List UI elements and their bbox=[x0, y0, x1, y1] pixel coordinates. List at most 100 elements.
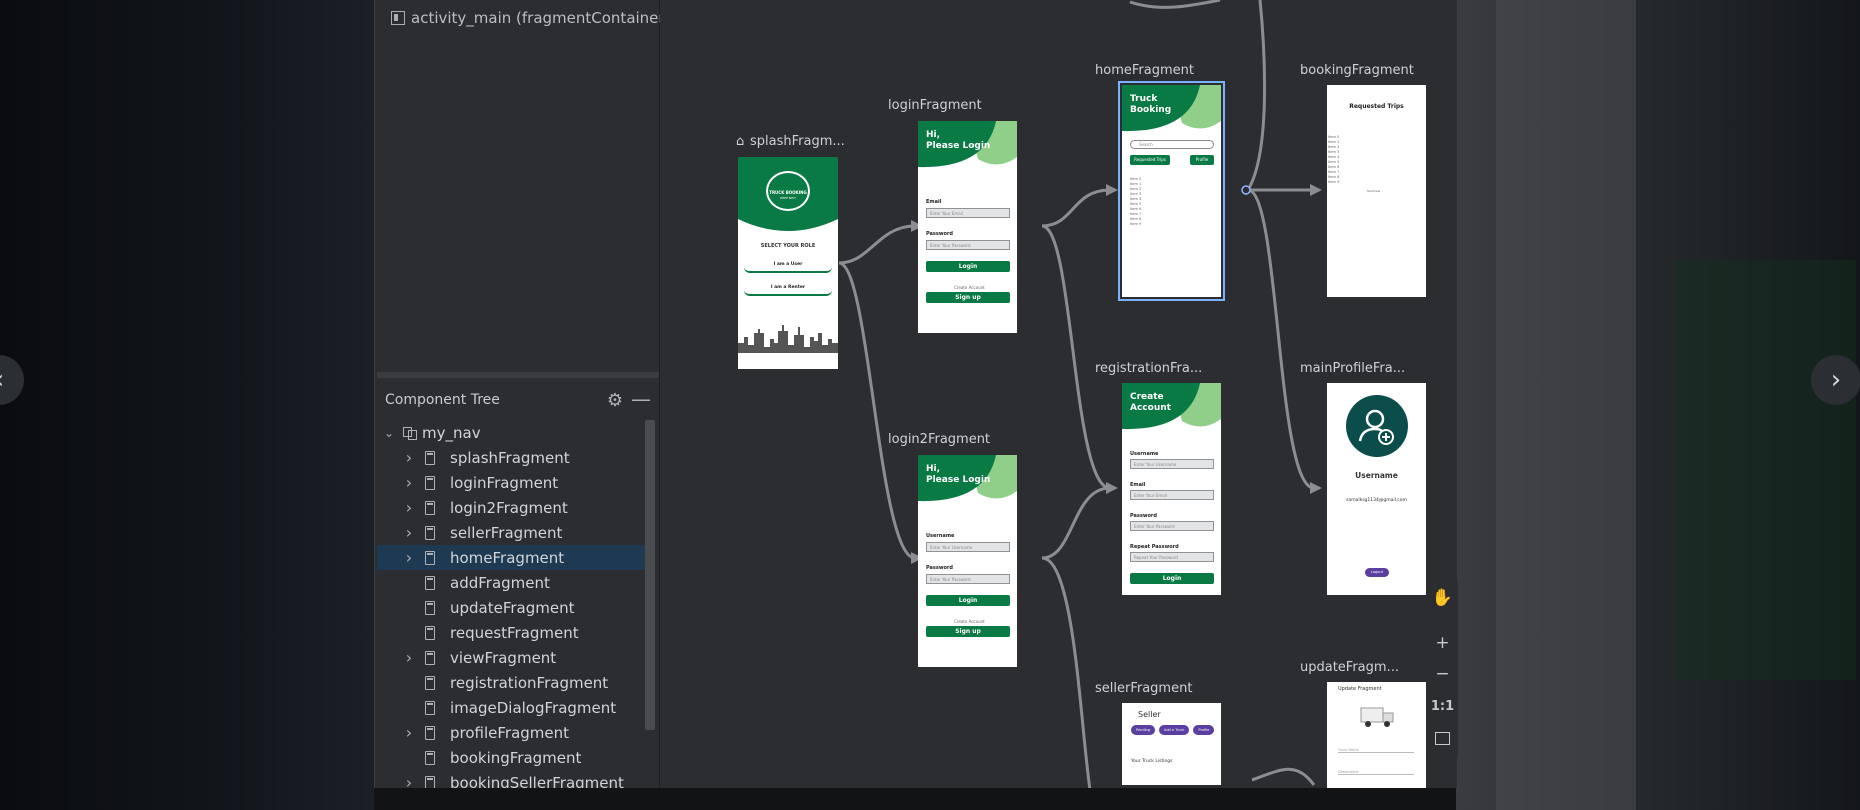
tree-item[interactable]: requestFragment bbox=[377, 620, 647, 645]
tree-item[interactable]: › loginFragment bbox=[377, 470, 647, 495]
zoom-out-icon[interactable]: − bbox=[1427, 661, 1458, 687]
splash-fragment-preview[interactable]: TRUCK BOOKING DEEP BHIT SELECT YOUR ROLE… bbox=[738, 157, 838, 369]
tree-item-label: updateFragment bbox=[450, 598, 575, 617]
login-fragment-preview[interactable]: Hi, Please Login Email Enter Your Email … bbox=[918, 121, 1017, 333]
tree-item[interactable]: › homeFragment bbox=[377, 545, 647, 570]
login-button[interactable]: Login bbox=[1130, 573, 1214, 584]
pan-hand-icon[interactable]: ✋ bbox=[1427, 585, 1458, 611]
signup-button[interactable]: Sign up bbox=[926, 292, 1010, 303]
layout-title[interactable]: activity_main (fragmentContainerView bbox=[391, 8, 700, 28]
actual-size-button[interactable]: 1:1 bbox=[1427, 693, 1458, 719]
tree-item[interactable]: › bookingSellerFragment bbox=[377, 770, 647, 788]
tree-item[interactable]: addFragment bbox=[377, 570, 647, 595]
seller-listings-label: Your Truck Listings bbox=[1131, 759, 1173, 764]
booking-list: Item 0 Item 1 Item 2 Item 3 Item 4 Item 5 Item… bbox=[1328, 135, 1339, 185]
seller-chip[interactable]: Pending bbox=[1131, 725, 1155, 735]
home-fragment-preview[interactable]: Truck Booking Search Requested Trips Pro… bbox=[1118, 81, 1225, 301]
password-field[interactable]: Enter Your Password bbox=[926, 240, 1010, 250]
gear-icon[interactable]: ⚙ bbox=[607, 390, 623, 411]
chevron-right-icon[interactable]: › bbox=[403, 723, 415, 742]
registration-fragment-label[interactable]: registrationFra... bbox=[1095, 361, 1202, 376]
password-field[interactable]: Enter Your Password bbox=[1130, 521, 1214, 531]
seller-chip[interactable]: Add a Truck bbox=[1159, 725, 1190, 735]
fragment-icon bbox=[425, 551, 435, 565]
email-field[interactable]: Enter Your Email bbox=[1130, 490, 1214, 500]
registration-heading: Create Account bbox=[1130, 392, 1171, 413]
login2-heading: Hi, Please Login bbox=[926, 464, 991, 485]
booking-fragment-preview[interactable]: Requested Trips Item 0 Item 1 Item 2 Item 3… bbox=[1327, 85, 1426, 297]
seller-chip[interactable]: Profile bbox=[1193, 725, 1215, 735]
tree-item[interactable]: imageDialogFragment bbox=[377, 695, 647, 720]
profile-button[interactable]: Profile bbox=[1190, 155, 1214, 165]
fragment-icon bbox=[425, 776, 435, 788]
username-field[interactable]: Enter Your Username bbox=[926, 542, 1010, 552]
seller-heading: Seller bbox=[1138, 710, 1161, 719]
truck-name-field[interactable]: Truck Name bbox=[1338, 748, 1414, 753]
tree-item[interactable]: › profileFragment bbox=[377, 720, 647, 745]
android-studio-window: activity_main (fragmentContainerView Com… bbox=[374, 0, 1458, 788]
zoom-in-icon[interactable]: + bbox=[1427, 630, 1458, 656]
password-label: Password bbox=[926, 231, 953, 237]
fragment-icon bbox=[425, 751, 435, 765]
tree-item-label: profileFragment bbox=[450, 723, 570, 742]
login-fragment-label[interactable]: loginFragment bbox=[888, 98, 982, 113]
tree-item[interactable]: updateFragment bbox=[377, 595, 647, 620]
login-button[interactable]: Login bbox=[926, 595, 1010, 606]
logout-button[interactable]: Logout bbox=[1365, 568, 1389, 577]
tree-item-label: bookingSellerFragment bbox=[450, 773, 624, 789]
booking-fragment-label[interactable]: bookingFragment bbox=[1300, 63, 1414, 78]
splash-fragment-label[interactable]: splashFragm... bbox=[750, 134, 845, 149]
tree-root[interactable]: ⌄ my_nav bbox=[377, 420, 647, 445]
chevron-right-icon[interactable]: › bbox=[403, 448, 415, 467]
requested-trips-button[interactable]: Requested Trips bbox=[1130, 155, 1170, 165]
password-field[interactable]: Enter Your Password bbox=[926, 574, 1010, 584]
left-panel: activity_main (fragmentContainerView Com… bbox=[375, 0, 700, 788]
main-profile-fragment-label[interactable]: mainProfileFra... bbox=[1300, 361, 1405, 376]
username-field[interactable]: Enter Your Username bbox=[1130, 459, 1214, 469]
user-role-button[interactable]: I am a User bbox=[744, 259, 832, 273]
profile-email: samalksg1134@gmail.com bbox=[1346, 498, 1407, 503]
update-fragment-preview[interactable]: Update Fragment Truck Name Dimensions bbox=[1327, 682, 1426, 788]
login2-fragment-label[interactable]: login2Fragment bbox=[888, 432, 990, 447]
renter-role-button[interactable]: I am a Renter bbox=[744, 282, 832, 296]
panel-splitter[interactable] bbox=[377, 372, 659, 378]
minimize-icon[interactable]: — bbox=[631, 387, 651, 411]
background-bottom bbox=[374, 788, 1456, 810]
email-field[interactable]: Enter Your Email bbox=[926, 208, 1010, 218]
login-button[interactable]: Login bbox=[926, 261, 1010, 272]
zoom-toolbar: ✋ + − 1:1 bbox=[1427, 580, 1458, 758]
seller-fragment-preview[interactable]: Seller Pending Add a Truck Profile Your Tr… bbox=[1122, 703, 1221, 785]
chevron-right-icon[interactable]: › bbox=[403, 523, 415, 542]
tree-scrollbar[interactable] bbox=[645, 420, 655, 730]
chevron-right-icon[interactable]: › bbox=[403, 548, 415, 567]
registration-fragment-preview[interactable]: Create Account Username Enter Your Usern… bbox=[1122, 383, 1221, 595]
login2-fragment-preview[interactable]: Hi, Please Login Username Enter Your Use… bbox=[918, 455, 1017, 667]
main-profile-fragment-preview[interactable]: Username samalksg1134@gmail.com Logout bbox=[1327, 383, 1426, 595]
fit-screen-icon[interactable] bbox=[1427, 725, 1458, 751]
tree-item[interactable]: › login2Fragment bbox=[377, 495, 647, 520]
search-field[interactable]: Search bbox=[1130, 140, 1214, 149]
chevron-right-icon[interactable]: › bbox=[403, 473, 415, 492]
tree-item[interactable]: › sellerFragment bbox=[377, 520, 647, 545]
tree-item[interactable]: registrationFragment bbox=[377, 670, 647, 695]
chevron-right-icon[interactable]: › bbox=[403, 773, 415, 788]
chevron-down-icon[interactable]: ⌄ bbox=[383, 426, 395, 440]
home-fragment-label[interactable]: homeFragment bbox=[1095, 63, 1194, 78]
fragment-icon bbox=[425, 501, 435, 515]
tree-item[interactable]: › splashFragment bbox=[377, 445, 647, 470]
next-image-button[interactable]: › bbox=[1811, 355, 1860, 405]
password-label: Password bbox=[926, 565, 953, 571]
tree-item[interactable]: › viewFragment bbox=[377, 645, 647, 670]
email-label: Email bbox=[1130, 482, 1146, 488]
chevron-right-icon[interactable]: › bbox=[403, 648, 415, 667]
update-fragment-label[interactable]: updateFragm... bbox=[1300, 660, 1399, 675]
signup-button[interactable]: Sign up bbox=[926, 626, 1010, 637]
navigation-graph-canvas[interactable]: ⌂ splashFragm... TRUCK BOOKING DEEP BHIT… bbox=[660, 0, 1457, 788]
profile-username: Username bbox=[1355, 471, 1398, 480]
seller-fragment-label[interactable]: sellerFragment bbox=[1095, 681, 1192, 696]
chevron-right-icon[interactable]: › bbox=[403, 498, 415, 517]
dimensions-field[interactable]: Dimensions bbox=[1338, 770, 1414, 775]
add-user-icon bbox=[1358, 409, 1394, 445]
repeat-password-field[interactable]: Repeat Your Password bbox=[1130, 552, 1214, 562]
tree-item[interactable]: bookingFragment bbox=[377, 745, 647, 770]
